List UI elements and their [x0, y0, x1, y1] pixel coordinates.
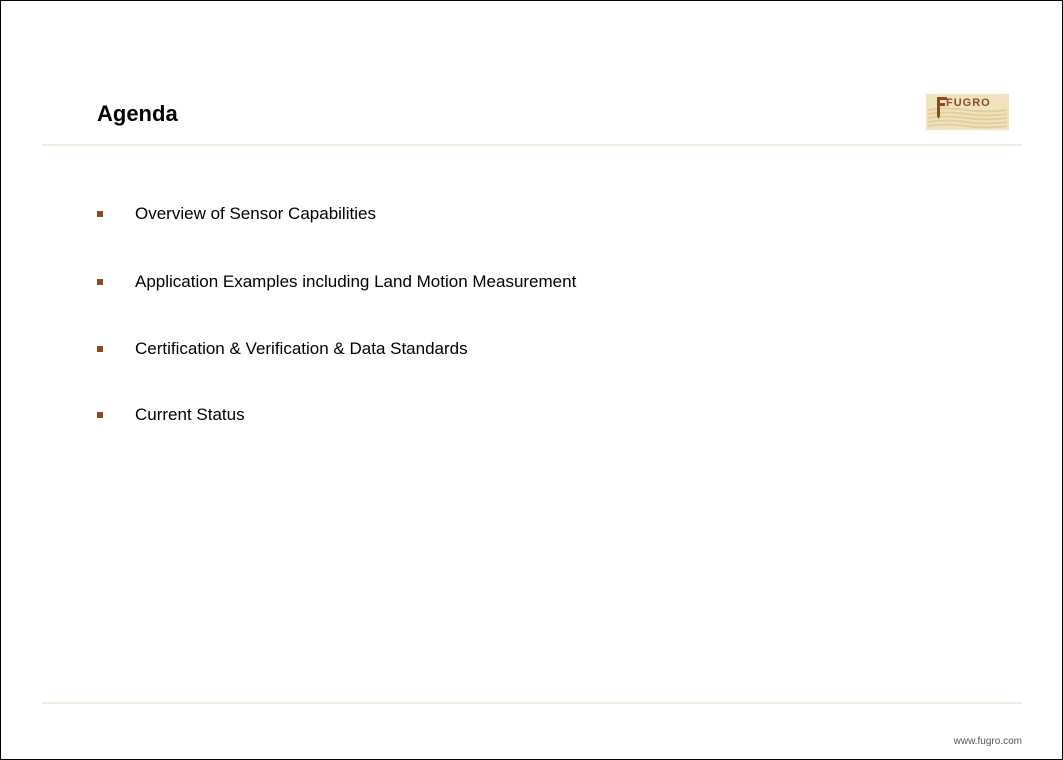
- agenda-item-label: Certification & Verification & Data Stan…: [135, 339, 468, 358]
- square-bullet-icon: [97, 346, 103, 352]
- square-bullet-icon: [97, 412, 103, 418]
- square-bullet-icon: [97, 211, 103, 217]
- footer-divider: [42, 702, 1022, 704]
- agenda-item-label: Application Examples including Land Moti…: [135, 272, 577, 291]
- slide-title: Agenda: [97, 101, 178, 126]
- logo-wordmark: FUGRO: [946, 97, 991, 109]
- slide: Agenda FUGRO Overview of Sensor Capabili…: [0, 0, 1063, 760]
- agenda-item-label: Current Status: [135, 405, 245, 424]
- fugro-logo: FUGRO: [926, 94, 1009, 130]
- footer-url: www.fugro.com: [953, 736, 1022, 747]
- header-divider: [42, 144, 1022, 146]
- square-bullet-icon: [97, 279, 103, 285]
- agenda-item-label: Overview of Sensor Capabilities: [135, 204, 376, 223]
